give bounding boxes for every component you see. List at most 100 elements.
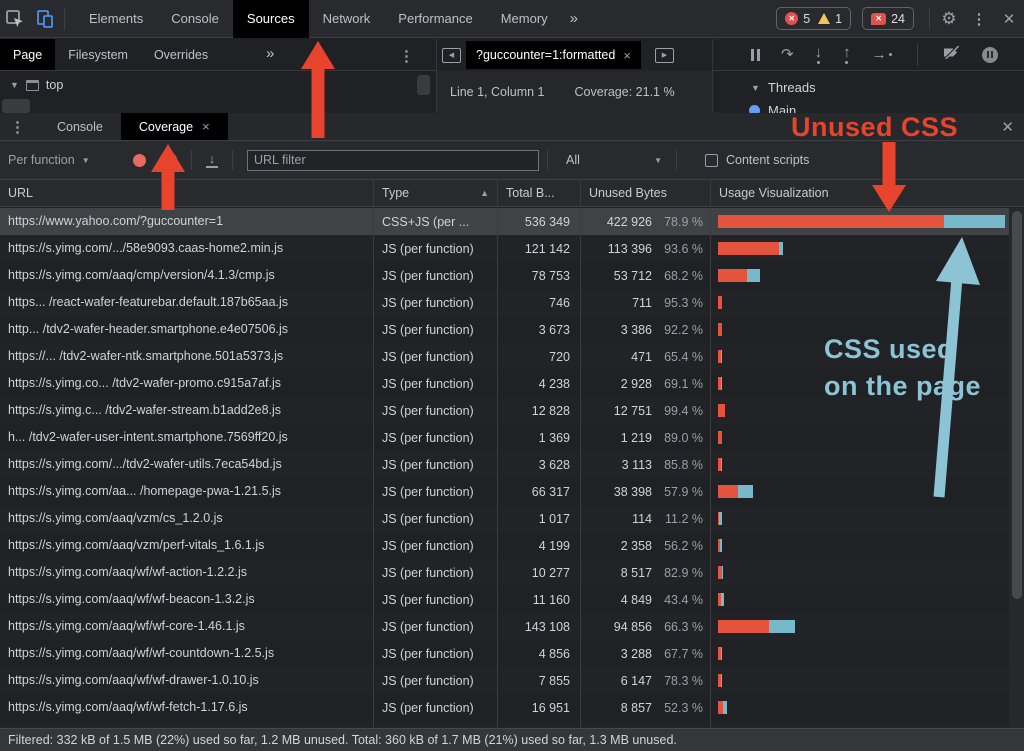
table-row[interactable]: https... /react-wafer-featurebar.default… — [0, 289, 1024, 316]
unused-percent: 11.2 % — [652, 512, 703, 526]
column-header-total-bytes[interactable]: Total B... — [497, 180, 580, 206]
table-row[interactable]: https://s.yimg.com/aa... /homepage-pwa-1… — [0, 478, 1024, 505]
chevron-down-icon: ▼ — [82, 156, 90, 165]
content-scripts-checkbox[interactable] — [705, 154, 718, 167]
table-row[interactable]: https://s.yimg.com/aaq/wf/wf-beacon-1.3.… — [0, 586, 1024, 613]
row-total-bytes: 1 017 — [497, 505, 580, 532]
row-url: https://s.yimg.com/aaq/cmp/version/4.1.3… — [0, 262, 373, 289]
close-devtools-icon[interactable]: ✕ — [994, 4, 1024, 34]
table-row[interactable]: https://s.yimg.co... /tdv2-wafer-promo.c… — [0, 370, 1024, 397]
step-over-icon[interactable]: ↷ — [781, 47, 794, 62]
device-toolbar-icon[interactable] — [30, 4, 60, 34]
inspect-element-icon[interactable] — [0, 4, 30, 34]
table-row[interactable]: https://... /tdv2-wafer-ntk.smartphone.5… — [0, 343, 1024, 370]
navigator-menu-kebab-icon[interactable]: ⋮ — [399, 47, 414, 65]
row-type: JS (per function) — [373, 316, 497, 343]
column-header-usage-visualization[interactable]: Usage Visualization — [710, 180, 1024, 206]
navigator-back-icon[interactable]: ◀ — [442, 48, 461, 63]
row-unused-bytes: 3 28867.7 % — [580, 640, 710, 667]
nav-tab-overrides[interactable]: Overrides — [141, 39, 221, 70]
main-tab-performance[interactable]: Performance — [384, 0, 486, 38]
table-row[interactable]: https://s.yimg.com/aaq/cmp/version/4.1.3… — [0, 262, 1024, 289]
main-tab-memory[interactable]: Memory — [487, 0, 562, 38]
expand-arrow-icon[interactable]: ▼ — [10, 80, 19, 90]
navigator-more-tabs-icon[interactable]: » — [258, 45, 282, 62]
close-tab-icon[interactable]: × — [202, 119, 210, 134]
pause-script-icon[interactable] — [751, 49, 760, 61]
console-status-badge[interactable]: ✕ 5 1 — [776, 7, 851, 30]
row-url: https://... /tdv2-wafer-ntk.smartphone.5… — [0, 343, 373, 370]
coverage-mode-value: Per function — [8, 153, 75, 167]
tree-item-top[interactable]: ▼ top — [0, 71, 436, 92]
main-tab-network[interactable]: Network — [309, 0, 385, 38]
drawer-tab-console[interactable]: Console — [39, 113, 121, 140]
column-header-url[interactable]: URL — [0, 180, 373, 206]
table-row[interactable]: https://s.yimg.com/aaq/wf/wf-drawer-1.0.… — [0, 667, 1024, 694]
table-row[interactable]: https://www.yahoo.com/?guccounter=1CSS+J… — [0, 208, 1024, 235]
table-row[interactable]: http... /tdv2-wafer-header.smartphone.e4… — [0, 316, 1024, 343]
navigator-scrollbar[interactable] — [417, 75, 430, 95]
row-type: JS (per function) — [373, 721, 497, 728]
row-unused-bytes: 12 75199.4 % — [580, 397, 710, 424]
table-row[interactable]: https://s.yimg.com/.../58e9093.caas-home… — [0, 235, 1024, 262]
nav-tab-page[interactable]: Page — [0, 39, 55, 70]
table-row[interactable]: https://s.yimg.com/aaq/wf/wf-countdown-1… — [0, 640, 1024, 667]
deactivate-breakpoints-icon[interactable] — [943, 46, 961, 64]
table-row[interactable]: https://s.yimg.com/aaq/wf/wf-form-1.28.4… — [0, 721, 1024, 728]
step-icon[interactable]: → — [872, 47, 892, 62]
threads-section-header[interactable]: ▼ Threads — [713, 71, 1024, 95]
issues-badge[interactable]: ✕ 24 — [862, 7, 914, 30]
step-out-icon[interactable]: ↑ — [843, 45, 851, 64]
settings-gear-icon[interactable]: ⚙ — [934, 4, 964, 34]
table-row[interactable]: h... /tdv2-wafer-user-intent.smartphone.… — [0, 424, 1024, 451]
close-tab-icon[interactable]: × — [623, 48, 631, 63]
row-type: JS (per function) — [373, 451, 497, 478]
main-tab-sources[interactable]: Sources — [233, 0, 309, 38]
row-usage-visualization — [710, 343, 1024, 370]
unused-bytes-bar-segment — [718, 620, 769, 633]
navigator-forward-icon[interactable]: ▶ — [655, 48, 674, 63]
scrollbar-thumb[interactable] — [1012, 211, 1022, 599]
table-row[interactable]: https://s.yimg.c... /tdv2-wafer-stream.b… — [0, 397, 1024, 424]
table-row[interactable]: https://s.yimg.com/aaq/wf/wf-action-1.2.… — [0, 559, 1024, 586]
url-filter-input[interactable] — [247, 150, 539, 171]
unused-bytes-value: 94 856 — [614, 620, 652, 634]
main-tab-console[interactable]: Console — [157, 0, 233, 38]
editor-tab-guccounter[interactable]: ?guccounter=1:formatted × — [466, 41, 641, 69]
drawer-tab-coverage[interactable]: Coverage× — [121, 113, 228, 140]
used-bytes-bar-segment — [723, 701, 727, 714]
more-panels-icon[interactable]: » — [562, 10, 586, 27]
table-row[interactable]: https://s.yimg.com/aaq/wf/wf-fetch-1.17.… — [0, 694, 1024, 721]
table-row[interactable]: https://s.yimg.com/aaq/vzm/cs_1.2.0.jsJS… — [0, 505, 1024, 532]
table-row[interactable]: https://s.yimg.com/aaq/wf/wf-core-1.46.1… — [0, 613, 1024, 640]
row-unused-bytes: 2 92869.1 % — [580, 370, 710, 397]
row-type: JS (per function) — [373, 262, 497, 289]
nav-tab-filesystem[interactable]: Filesystem — [55, 39, 141, 70]
step-into-icon[interactable]: ↓ — [815, 45, 823, 64]
row-usage-visualization — [710, 667, 1024, 694]
thread-item-main[interactable]: Main — [713, 95, 1024, 113]
table-row[interactable]: https://s.yimg.com/aaq/vzm/perf-vitals_1… — [0, 532, 1024, 559]
coverage-mode-select[interactable]: Per function ▼ — [8, 153, 107, 167]
toolbar-divider — [232, 150, 233, 170]
coverage-table-header: URL Type ▲ Total B... Unused Bytes Usage… — [0, 180, 1024, 207]
drawer-menu-kebab-icon[interactable]: ⋮ — [10, 118, 25, 136]
column-header-type[interactable]: Type ▲ — [373, 180, 497, 206]
row-url: https://s.yimg.com/aa... /homepage-pwa-1… — [0, 478, 373, 505]
record-coverage-button[interactable] — [133, 154, 146, 167]
row-usage-visualization — [710, 370, 1024, 397]
row-url: https://s.yimg.c... /tdv2-wafer-stream.b… — [0, 397, 373, 424]
used-bytes-bar-segment — [720, 539, 722, 552]
type-filter-select[interactable]: All ▼ — [566, 153, 662, 167]
clear-coverage-icon[interactable] — [163, 153, 177, 167]
unused-bytes-value: 8 517 — [621, 566, 652, 580]
main-tab-elements[interactable]: Elements — [75, 0, 157, 38]
pause-on-exceptions-icon[interactable] — [982, 47, 998, 63]
table-row[interactable]: https://s.yimg.com/.../tdv2-wafer-utils.… — [0, 451, 1024, 478]
table-scrollbar[interactable] — [1009, 208, 1024, 728]
export-coverage-icon[interactable]: ↓ — [206, 152, 218, 168]
devtools-menu-kebab-icon[interactable]: ⋮ — [964, 4, 994, 34]
column-header-unused-bytes[interactable]: Unused Bytes — [580, 180, 710, 206]
close-drawer-icon[interactable]: ✕ — [1001, 118, 1014, 136]
main-tab-label: Performance — [398, 11, 472, 26]
